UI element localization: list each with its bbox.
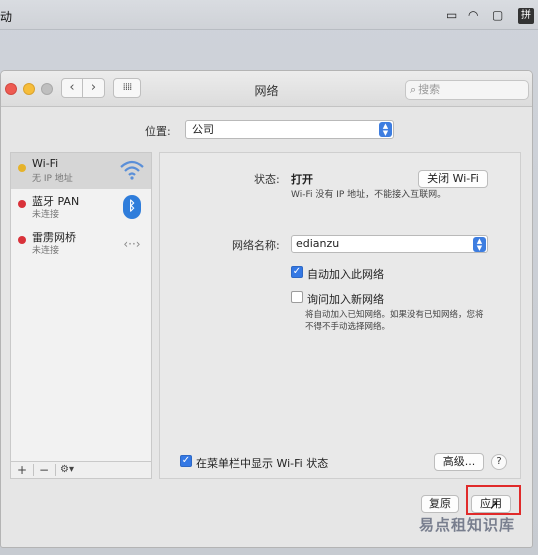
service-item-wifi[interactable]: Wi-Fi 无 IP 地址 — [11, 153, 151, 189]
display-icon[interactable]: ▢ — [492, 8, 503, 22]
service-status: 无 IP 地址 — [32, 174, 73, 184]
search-field[interactable]: ⌕ 搜索 — [405, 80, 529, 100]
status-description: Wi-Fi 没有 IP 地址，不能接入互联网。 — [291, 190, 447, 200]
service-list-toolbar: + − ⚙︎▾ — [10, 461, 152, 479]
window-titlebar: ‹ › ⁞⁞⁞⁞ 网络 ⌕ 搜索 — [1, 71, 532, 107]
search-icon: ⌕ — [410, 83, 417, 96]
turn-off-wifi-button[interactable]: 关闭 Wi-Fi — [418, 170, 488, 188]
service-list: Wi-Fi 无 IP 地址 蓝牙 PAN 未连接 ᛒ 雷雳网桥 未连接 ‹··› — [10, 152, 152, 479]
location-select[interactable]: 公司 ▲ ▼ — [185, 120, 394, 139]
menu-bar: 动 ▭ ◠ ▢ 拼 — [0, 0, 538, 30]
location-label: 位置: — [145, 125, 171, 138]
add-service-button[interactable]: + — [17, 463, 27, 477]
status-dot — [18, 164, 26, 172]
pointer-cursor-icon: ➚ — [489, 498, 500, 512]
help-button[interactable]: ? — [491, 454, 507, 470]
bluetooth-icon: ᛒ — [119, 195, 145, 221]
ask-join-label: 询问加入新网络 — [307, 293, 384, 306]
auto-join-checkbox[interactable]: ✓ — [291, 266, 303, 278]
search-placeholder: 搜索 — [418, 83, 441, 96]
gear-icon[interactable]: ⚙︎▾ — [60, 463, 74, 477]
advanced-button[interactable]: 高级... — [434, 453, 484, 471]
ask-join-note-line-2: 不得不手动选择网络。 — [305, 322, 391, 332]
auto-join-label: 自动加入此网络 — [307, 268, 384, 281]
network-name-label: 网络名称: — [232, 239, 280, 252]
status-label: 状态: — [254, 173, 280, 186]
show-wifi-menubar-checkbox[interactable]: ✓ — [180, 455, 192, 467]
network-preferences-window: ‹ › ⁞⁞⁞⁞ 网络 ⌕ 搜索 位置: 公司 ▲ ▼ Wi-Fi 无 IP 地址 — [0, 70, 533, 548]
revert-button[interactable]: 复原 — [421, 495, 459, 513]
service-item-bluetooth-pan[interactable]: 蓝牙 PAN 未连接 ᛒ — [11, 189, 151, 225]
status-value: 打开 — [291, 173, 313, 186]
chevron-updown-icon: ▲ ▼ — [379, 122, 392, 137]
wifi-icon — [119, 159, 145, 185]
network-name-value: edianzu — [296, 237, 340, 250]
watermark: 易点租知识库 — [419, 516, 516, 534]
wifi-detail-panel: 状态: 打开 关闭 Wi-Fi Wi-Fi 没有 IP 地址，不能接入互联网。 … — [159, 152, 521, 479]
service-item-thunderbolt-bridge[interactable]: 雷雳网桥 未连接 ‹··› — [11, 225, 151, 261]
app-menu-fragment[interactable]: 动 — [0, 8, 12, 25]
input-method-badge[interactable]: 拼 — [518, 8, 534, 24]
service-status: 未连接 — [32, 210, 60, 220]
ask-join-note-line-1: 将自动加入已知网络。如果没有已知网络，您将 — [305, 310, 484, 320]
wifi-icon[interactable]: ◠ — [468, 8, 478, 22]
network-name-select[interactable]: edianzu ▲ ▼ — [291, 235, 488, 253]
ask-join-checkbox[interactable] — [291, 291, 303, 303]
status-dot — [18, 200, 26, 208]
show-wifi-menubar-label: 在菜单栏中显示 Wi-Fi 状态 — [196, 457, 329, 470]
service-name: Wi-Fi — [32, 157, 59, 170]
airplay-icon[interactable]: ▭ — [446, 8, 457, 22]
remove-service-button[interactable]: − — [39, 463, 49, 477]
status-dot — [18, 236, 26, 244]
bridge-icon: ‹··› — [123, 237, 141, 251]
location-value: 公司 — [192, 123, 214, 136]
chevron-updown-icon: ▲ ▼ — [473, 237, 486, 252]
service-status: 未连接 — [32, 246, 60, 256]
